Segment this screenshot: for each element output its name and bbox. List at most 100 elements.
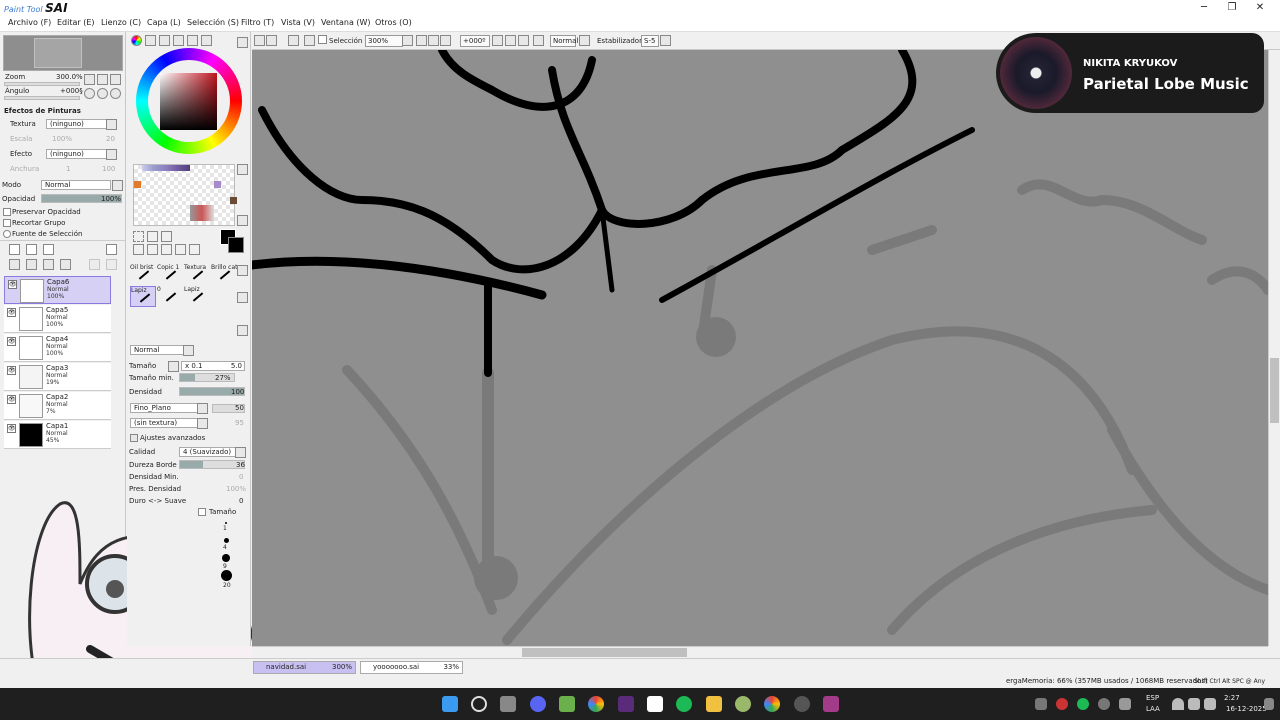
dot-size-option[interactable]: 1 [215, 522, 237, 537]
maximize-button[interactable]: ❐ [1218, 0, 1246, 16]
eye-icon[interactable]: 👁 [8, 280, 17, 289]
navigator-preview[interactable] [3, 35, 123, 71]
notification-icon[interactable] [1264, 698, 1274, 710]
rotation-field[interactable]: +000º [460, 35, 490, 47]
navigator-viewport[interactable] [34, 38, 82, 68]
layer-row[interactable]: 👁 Capa1 Normal 45% [4, 421, 111, 449]
swatch-scroll-up-icon[interactable] [237, 164, 248, 175]
stabilizer-field[interactable]: S-5 [641, 35, 659, 47]
rgb-slider-icon[interactable] [145, 35, 156, 46]
menu-editar[interactable]: Editar (E) [57, 18, 95, 27]
magic-wand-icon[interactable] [161, 231, 172, 242]
dot-size-option[interactable]: 20 [215, 570, 237, 589]
brush-mode-dropdown-icon[interactable] [183, 345, 194, 356]
advanced-settings-label[interactable]: Ajustes avanzados [140, 434, 205, 442]
menu-archivo[interactable]: Archivo (F) [8, 18, 51, 27]
nav-rotate-left-icon[interactable] [84, 88, 95, 99]
panel-collapse-icon[interactable] [237, 37, 248, 48]
brush-tool-slot[interactable]: Brillo cat [211, 264, 237, 285]
chrome-icon[interactable] [588, 696, 604, 712]
layer-mode-dropdown-icon[interactable] [112, 180, 123, 191]
layer-row[interactable]: 👁 Capa6 Normal 100% [4, 276, 111, 304]
zoom-in-icon[interactable] [428, 35, 439, 46]
brush-tool-slot[interactable]: Oil brist [130, 264, 156, 285]
rect-select-icon[interactable] [133, 231, 144, 242]
tray-discord-icon[interactable] [1035, 698, 1047, 710]
color-mixer-icon[interactable] [173, 35, 184, 46]
start-icon[interactable] [442, 696, 458, 712]
stabilizer-dropdown-icon[interactable] [660, 35, 671, 46]
mask-icon[interactable] [106, 259, 117, 270]
invert-selection-icon[interactable] [304, 35, 315, 46]
preserve-opacity-checkbox[interactable] [3, 208, 11, 216]
horizontal-scroll-thumb[interactable] [522, 648, 687, 657]
chrome-profile-icon[interactable] [764, 696, 780, 712]
search-icon[interactable] [471, 696, 487, 712]
battery-icon[interactable] [1204, 698, 1216, 710]
hand-tool-icon[interactable] [175, 244, 186, 255]
merge-down-icon[interactable] [26, 259, 37, 270]
blend-mode-field[interactable]: Normal [550, 35, 578, 47]
zoom-dropdown-icon[interactable] [402, 35, 413, 46]
brush-tool-slot[interactable]: Lapiz [184, 286, 210, 307]
layer-row[interactable]: 👁 Capa5 Normal 100% [4, 305, 111, 333]
selection-checkbox[interactable] [318, 35, 327, 44]
rotate-right-icon[interactable] [505, 35, 516, 46]
move-icon[interactable] [133, 244, 144, 255]
dot-size-option[interactable]: 9 [215, 554, 237, 570]
brush-scroll-up-icon[interactable] [237, 265, 248, 276]
layer-mode-select[interactable]: Normal [41, 180, 111, 190]
clear-layer-icon[interactable] [43, 259, 54, 270]
brush-tool-slot[interactable]: Copic 1 [157, 264, 183, 285]
minimize-button[interactable]: ─ [1190, 0, 1218, 16]
new-linework-layer-icon[interactable] [26, 244, 37, 255]
menu-filtro[interactable]: Filtro (T) [241, 18, 274, 27]
blend-mode-dropdown-icon[interactable] [579, 35, 590, 46]
file-explorer-icon[interactable] [706, 696, 722, 712]
dot-size-option[interactable]: 4 [215, 538, 237, 553]
hsv-slider-icon[interactable] [159, 35, 170, 46]
obs-icon[interactable] [794, 696, 810, 712]
undo-icon[interactable] [254, 35, 265, 46]
brush-tool-slot[interactable]: Lapiz [130, 286, 156, 307]
nav-zoom-out-icon[interactable] [84, 74, 95, 85]
clock-date[interactable]: 16-12-2025 [1226, 705, 1267, 713]
scratchpad-icon[interactable] [201, 35, 212, 46]
layer-row[interactable]: 👁 Capa3 Normal 19% [4, 363, 111, 391]
layer-menu-icon[interactable] [106, 244, 117, 255]
nav-zoom-in-icon[interactable] [97, 74, 108, 85]
tray-mic-icon[interactable] [1119, 698, 1131, 710]
eye-icon[interactable]: 👁 [7, 395, 16, 404]
zoom-field[interactable]: 300% [365, 35, 403, 47]
brush-shape-select[interactable]: Fino_Plano [130, 403, 200, 413]
lasso-icon[interactable] [147, 231, 158, 242]
keyboard-layout[interactable]: LAA [1146, 705, 1160, 713]
notion-icon[interactable] [647, 696, 663, 712]
advanced-toggle-icon[interactable] [130, 434, 138, 442]
zoom-tool-icon[interactable] [147, 244, 158, 255]
new-layer-icon[interactable] [9, 244, 20, 255]
app-leaf-icon[interactable] [735, 696, 751, 712]
texture-select[interactable]: (ninguno) [46, 119, 108, 129]
close-button[interactable]: ✕ [1246, 0, 1274, 16]
vertical-scroll-thumb[interactable] [1270, 358, 1279, 423]
clock-time[interactable]: 2:27 [1224, 694, 1240, 702]
quality-dropdown-icon[interactable] [235, 447, 246, 458]
color-wheel[interactable] [136, 48, 242, 154]
quality-select[interactable]: 4 (Suavizado) [179, 447, 237, 457]
effect-select[interactable]: (ninguno) [46, 149, 108, 159]
task-view-icon[interactable] [500, 696, 516, 712]
swatch-scroll-down-icon[interactable] [237, 215, 248, 226]
menu-capa[interactable]: Capa (L) [147, 18, 181, 27]
eye-icon[interactable]: 👁 [7, 308, 16, 317]
rotate-left-icon[interactable] [492, 35, 503, 46]
size-pressure-checkbox[interactable] [198, 508, 206, 516]
eyedropper-icon[interactable] [189, 244, 200, 255]
eye-icon[interactable]: 👁 [7, 424, 16, 433]
tray-spotify-icon[interactable] [1077, 698, 1089, 710]
rotate-reset-icon[interactable] [518, 35, 529, 46]
transfer-down-icon[interactable] [9, 259, 20, 270]
brush-scroll-mid-icon[interactable] [237, 292, 248, 303]
brush-tool-slot[interactable] [211, 286, 237, 307]
background-color[interactable] [228, 237, 244, 253]
